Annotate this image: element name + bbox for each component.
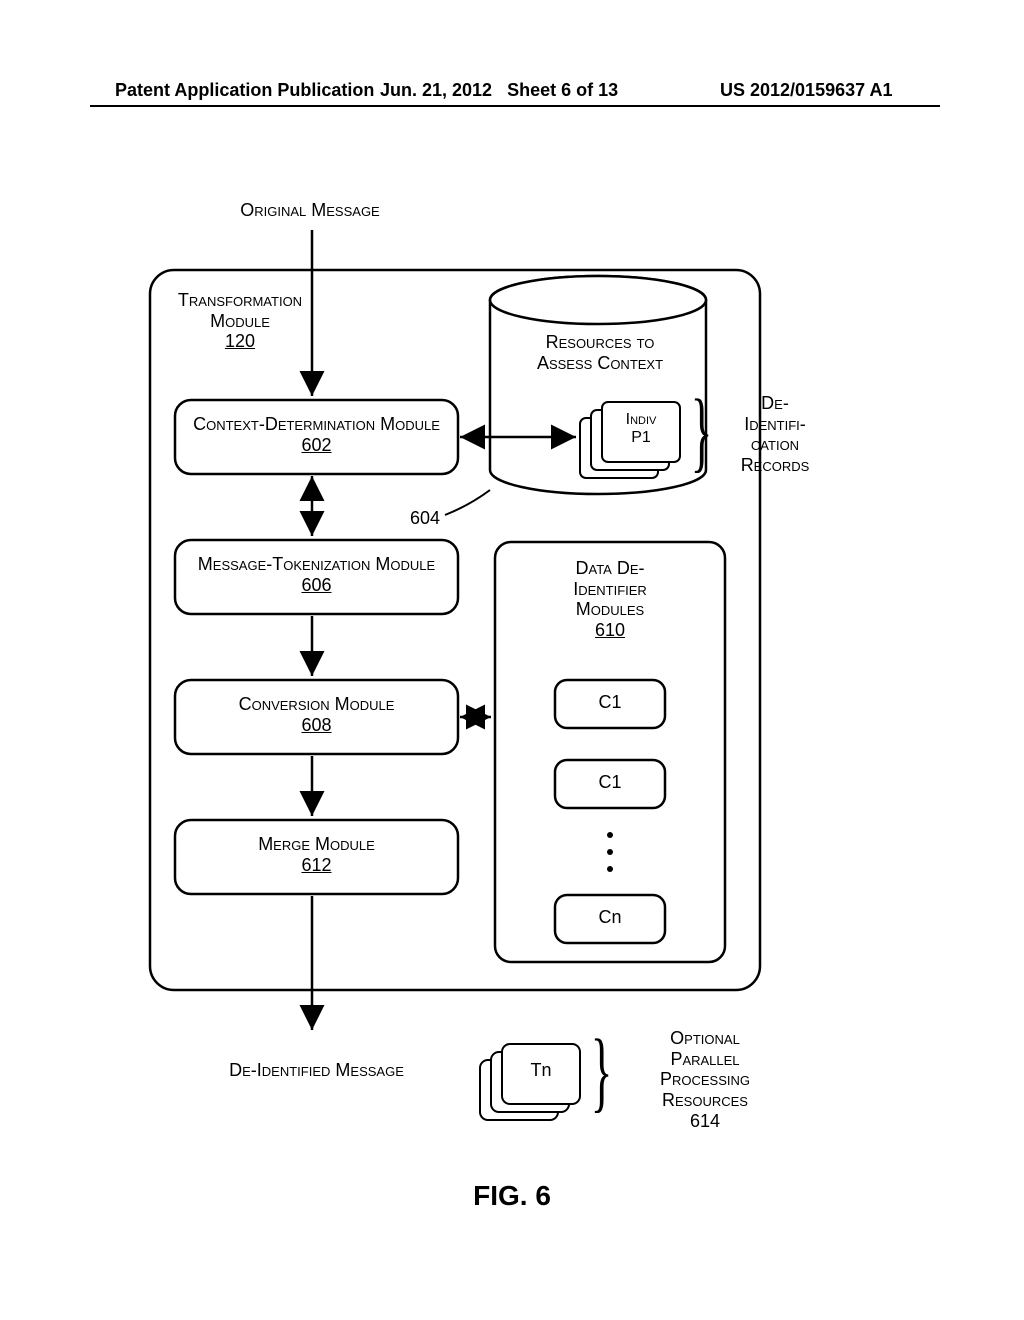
mtm-ref: 606 — [301, 575, 331, 595]
res-line2: Assess Context — [537, 353, 663, 373]
opt-l3: Processing — [660, 1069, 750, 1089]
brace-tn-icon: } — [591, 1020, 613, 1123]
tm-line2: Module — [210, 311, 270, 331]
deidrec-l4: Records — [741, 455, 810, 475]
ddi-ref: 610 — [595, 620, 625, 640]
conv-line1: Conversion Module — [239, 694, 395, 714]
brace-records-icon: } — [691, 380, 713, 483]
cdm-line1: Context-Determination Module — [193, 414, 440, 434]
deidrec-l1: De- — [761, 393, 789, 413]
opt-l2: Parallel — [670, 1049, 739, 1069]
c1a-label: C1 — [555, 692, 665, 713]
tm-ref: 120 — [225, 331, 255, 351]
ddi-l1: Data De- — [575, 558, 644, 578]
deid-records-label: De- Identifi- cation Records — [725, 393, 825, 476]
ddi-l2: Identifier — [573, 579, 647, 599]
cn-label: Cn — [555, 907, 665, 928]
merge-label: Merge Module 612 — [175, 834, 458, 875]
deidrec-l3: cation — [751, 434, 799, 454]
cdm-ref: 602 — [301, 435, 331, 455]
tn-label: Tn — [502, 1060, 580, 1081]
mtm-line1: Message-Tokenization Module — [198, 554, 435, 574]
conv-label: Conversion Module 608 — [175, 694, 458, 735]
mtm-label: Message-Tokenization Module 606 — [175, 554, 458, 595]
merge-ref: 612 — [301, 855, 331, 875]
diagram-svg — [0, 0, 1024, 1320]
resources-label: Resources to Assess Context — [500, 332, 700, 373]
indiv-l2: P1 — [631, 429, 651, 446]
ddi-label: Data De- Identifier Modules 610 — [510, 558, 710, 641]
indiv-l1: Indiv — [626, 411, 657, 428]
ddi-l3: Modules — [576, 599, 644, 619]
deid-message-label: De-Identified Message — [175, 1060, 458, 1081]
opt-l1: Optional — [670, 1028, 740, 1048]
indiv-card-label: Indiv P1 — [605, 411, 677, 446]
opt-l4: Resources — [662, 1090, 748, 1110]
optional-parallel-label: Optional Parallel Processing Resources 6… — [635, 1028, 775, 1131]
ref-604: 604 — [400, 508, 450, 529]
merge-line1: Merge Module — [258, 834, 375, 854]
cdm-label: Context-Determination Module 602 — [175, 414, 458, 455]
res-line1: Resources to — [546, 332, 655, 352]
conv-ref: 608 — [301, 715, 331, 735]
transformation-module-label: Transformation Module 120 — [155, 290, 325, 352]
opt-ref: 614 — [690, 1111, 720, 1131]
c1b-label: C1 — [555, 772, 665, 793]
tm-line1: Transformation — [178, 290, 302, 310]
deidrec-l2: Identifi- — [744, 414, 806, 434]
figure-caption: FIG. 6 — [0, 1180, 1024, 1212]
page: Patent Application Publication Jun. 21, … — [0, 0, 1024, 1320]
original-message-label: Original Message — [200, 200, 420, 221]
